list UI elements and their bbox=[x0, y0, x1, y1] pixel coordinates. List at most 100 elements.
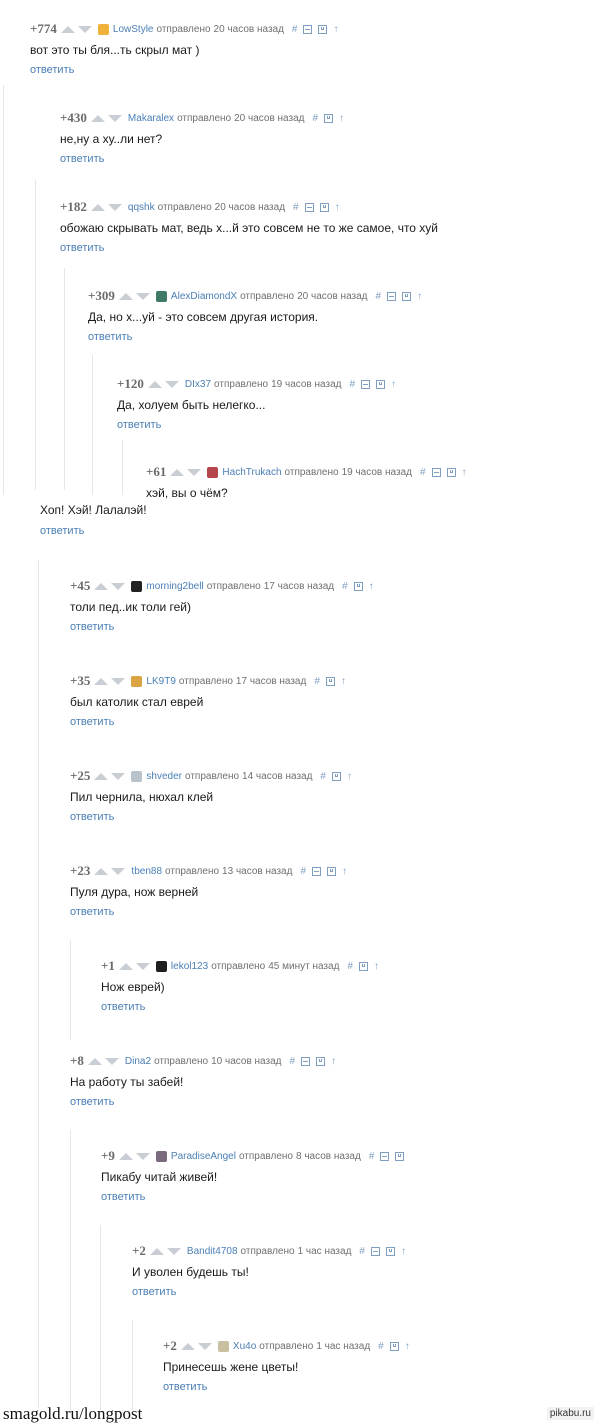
author-link[interactable]: Dina2 bbox=[125, 1056, 151, 1067]
upvote-arrow-icon[interactable] bbox=[118, 1152, 133, 1160]
save-icon[interactable] bbox=[327, 866, 336, 876]
permalink-hash-icon[interactable]: # bbox=[378, 1341, 384, 1352]
permalink-hash-icon[interactable]: # bbox=[293, 202, 299, 213]
author-link[interactable]: qqshk bbox=[128, 202, 155, 213]
avatar[interactable] bbox=[155, 960, 167, 972]
save-icon[interactable] bbox=[325, 676, 335, 686]
save-icon[interactable] bbox=[446, 467, 456, 477]
avatar[interactable] bbox=[131, 675, 143, 687]
permalink-hash-icon[interactable]: # bbox=[359, 1246, 365, 1257]
reply-link[interactable]: ответить bbox=[163, 1381, 207, 1393]
parent-arrow-icon[interactable]: ↑ bbox=[401, 1246, 406, 1257]
downvote-arrow-icon[interactable] bbox=[77, 25, 92, 33]
reply-link[interactable]: ответить bbox=[70, 1096, 114, 1108]
collapse-minus-icon[interactable] bbox=[431, 467, 441, 477]
permalink-hash-icon[interactable]: # bbox=[289, 1056, 295, 1067]
upvote-arrow-icon[interactable] bbox=[180, 1342, 195, 1350]
downvote-arrow-icon[interactable] bbox=[107, 114, 122, 122]
permalink-hash-icon[interactable]: # bbox=[312, 113, 318, 124]
permalink-hash-icon[interactable]: # bbox=[420, 467, 426, 478]
collapse-minus-icon[interactable] bbox=[312, 866, 321, 876]
reply-link[interactable]: ответить bbox=[132, 1286, 176, 1298]
permalink-hash-icon[interactable]: # bbox=[292, 24, 298, 35]
upvote-arrow-icon[interactable] bbox=[94, 677, 109, 685]
parent-arrow-icon[interactable]: ↑ bbox=[333, 24, 338, 35]
save-icon[interactable] bbox=[319, 202, 329, 212]
downvote-arrow-icon[interactable] bbox=[111, 772, 126, 780]
upvote-arrow-icon[interactable] bbox=[90, 203, 105, 211]
downvote-arrow-icon[interactable] bbox=[135, 1152, 150, 1160]
author-link[interactable]: morning2bell bbox=[146, 581, 203, 592]
upvote-arrow-icon[interactable] bbox=[87, 1057, 102, 1065]
permalink-hash-icon[interactable]: # bbox=[347, 961, 353, 972]
upvote-arrow-icon[interactable] bbox=[94, 582, 109, 590]
downvote-arrow-icon[interactable] bbox=[104, 1057, 119, 1065]
author-link[interactable]: tben88 bbox=[131, 866, 162, 877]
permalink-hash-icon[interactable]: # bbox=[300, 866, 306, 877]
reply-link[interactable]: ответить bbox=[117, 419, 161, 431]
reply-link[interactable]: ответить bbox=[60, 153, 104, 165]
collapse-minus-icon[interactable] bbox=[387, 291, 397, 301]
downvote-arrow-icon[interactable] bbox=[107, 203, 122, 211]
upvote-arrow-icon[interactable] bbox=[90, 114, 105, 122]
upvote-arrow-icon[interactable] bbox=[60, 25, 75, 33]
collapse-minus-icon[interactable] bbox=[303, 24, 313, 34]
parent-arrow-icon[interactable]: ↑ bbox=[341, 676, 346, 687]
parent-arrow-icon[interactable]: ↑ bbox=[417, 291, 422, 302]
save-icon[interactable] bbox=[316, 1056, 326, 1066]
save-icon[interactable] bbox=[324, 113, 334, 123]
author-link[interactable]: LowStyle bbox=[113, 24, 154, 35]
downvote-arrow-icon[interactable] bbox=[197, 1342, 212, 1350]
parent-arrow-icon[interactable]: ↑ bbox=[335, 202, 340, 213]
collapse-minus-icon[interactable] bbox=[304, 202, 314, 212]
parent-arrow-icon[interactable]: ↑ bbox=[347, 771, 352, 782]
parent-arrow-icon[interactable]: ↑ bbox=[339, 113, 344, 124]
upvote-arrow-icon[interactable] bbox=[170, 468, 185, 476]
collapse-minus-icon[interactable] bbox=[301, 1056, 311, 1066]
author-link[interactable]: DIx37 bbox=[185, 379, 211, 390]
reply-link[interactable]: ответить bbox=[101, 1191, 145, 1203]
save-icon[interactable] bbox=[385, 1246, 395, 1256]
save-icon[interactable] bbox=[402, 291, 412, 301]
downvote-arrow-icon[interactable] bbox=[111, 582, 126, 590]
author-link[interactable]: lekol123 bbox=[171, 961, 208, 972]
save-icon[interactable] bbox=[389, 1341, 399, 1351]
author-link[interactable]: ParadiseAngel bbox=[171, 1151, 236, 1162]
author-link[interactable]: Makaralex bbox=[128, 113, 174, 124]
downvote-arrow-icon[interactable] bbox=[135, 292, 150, 300]
reply-link[interactable]: ответить bbox=[40, 525, 84, 537]
save-icon[interactable] bbox=[358, 961, 368, 971]
author-link[interactable]: shveder bbox=[146, 771, 182, 782]
parent-arrow-icon[interactable]: ↑ bbox=[342, 866, 347, 877]
permalink-hash-icon[interactable]: # bbox=[342, 581, 348, 592]
collapse-minus-icon[interactable] bbox=[370, 1246, 380, 1256]
parent-arrow-icon[interactable]: ↑ bbox=[369, 581, 374, 592]
reply-link[interactable]: ответить bbox=[88, 331, 132, 343]
save-icon[interactable] bbox=[318, 24, 328, 34]
upvote-arrow-icon[interactable] bbox=[118, 962, 133, 970]
reply-link[interactable]: ответить bbox=[70, 621, 114, 633]
save-icon[interactable] bbox=[376, 379, 386, 389]
permalink-hash-icon[interactable]: # bbox=[314, 676, 320, 687]
reply-link[interactable]: ответить bbox=[101, 1001, 145, 1013]
upvote-arrow-icon[interactable] bbox=[118, 292, 133, 300]
avatar[interactable] bbox=[217, 1340, 229, 1352]
reply-link[interactable]: ответить bbox=[70, 716, 114, 728]
save-icon[interactable] bbox=[395, 1151, 405, 1161]
downvote-arrow-icon[interactable] bbox=[187, 468, 202, 476]
parent-arrow-icon[interactable]: ↑ bbox=[462, 467, 467, 478]
save-icon[interactable] bbox=[353, 581, 363, 591]
save-icon[interactable] bbox=[331, 771, 341, 781]
downvote-arrow-icon[interactable] bbox=[166, 1247, 181, 1255]
collapse-minus-icon[interactable] bbox=[361, 379, 371, 389]
avatar[interactable] bbox=[131, 580, 143, 592]
downvote-arrow-icon[interactable] bbox=[135, 962, 150, 970]
avatar[interactable] bbox=[155, 290, 167, 302]
reply-link[interactable]: ответить bbox=[70, 811, 114, 823]
permalink-hash-icon[interactable]: # bbox=[320, 771, 326, 782]
avatar[interactable] bbox=[207, 466, 219, 478]
author-link[interactable]: Bandit4708 bbox=[187, 1246, 238, 1257]
avatar[interactable] bbox=[97, 23, 109, 35]
permalink-hash-icon[interactable]: # bbox=[369, 1151, 375, 1162]
parent-arrow-icon[interactable]: ↑ bbox=[331, 1056, 336, 1067]
